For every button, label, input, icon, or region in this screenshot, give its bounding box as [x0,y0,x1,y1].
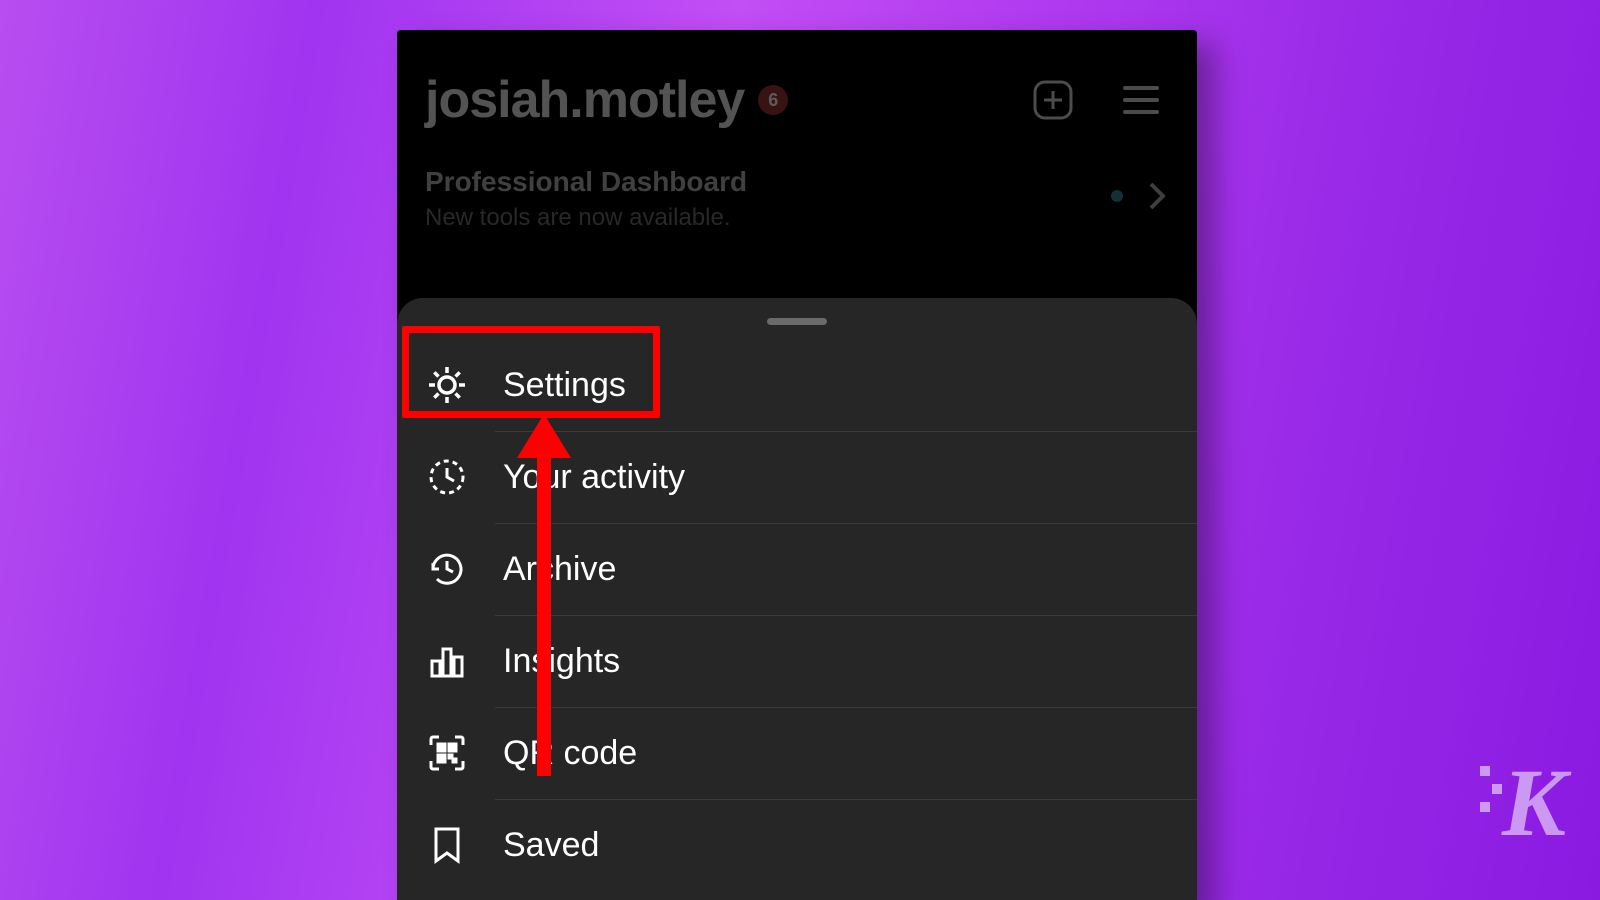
insights-bar-chart-icon [425,639,469,683]
dashboard-subtitle: New tools are now available. [425,204,1169,232]
menu-item-saved[interactable]: Saved [397,799,1197,891]
bookmark-icon [425,823,469,867]
menu-label: Settings [503,366,626,405]
menu-item-qr-code[interactable]: QR code [397,707,1197,799]
menu-item-your-activity[interactable]: Your activity [397,431,1197,523]
menu-item-settings[interactable]: Settings [397,339,1197,431]
professional-dashboard-card[interactable]: Professional Dashboard New tools are now… [425,166,1169,232]
dashboard-title: Professional Dashboard [425,166,1169,198]
hamburger-menu-icon[interactable] [1119,78,1163,122]
activity-clock-icon [425,455,469,499]
indicator-dot [1111,190,1123,202]
gear-icon [425,363,469,407]
create-icon[interactable] [1031,78,1075,122]
username-label[interactable]: josiah.motley [425,70,744,130]
watermark-logo: K [1478,747,1562,858]
menu-label: Insights [503,642,620,681]
menu-item-archive[interactable]: Archive [397,523,1197,615]
notification-badge: 6 [758,85,788,115]
background-gradient: josiah.motley 6 [0,0,1600,900]
menu-item-insights[interactable]: Insights [397,615,1197,707]
chevron-right-icon [1147,180,1167,212]
menu-label: Archive [503,550,616,589]
bottom-sheet-menu: Settings Your activity [397,298,1197,900]
sheet-grab-handle[interactable] [767,318,827,325]
menu-label: Your activity [503,458,685,497]
profile-header: josiah.motley 6 [397,30,1197,260]
menu-label: QR code [503,734,637,773]
phone-frame: josiah.motley 6 [397,30,1197,900]
menu-label: Saved [503,826,599,865]
qr-code-icon [425,731,469,775]
archive-history-icon [425,547,469,591]
